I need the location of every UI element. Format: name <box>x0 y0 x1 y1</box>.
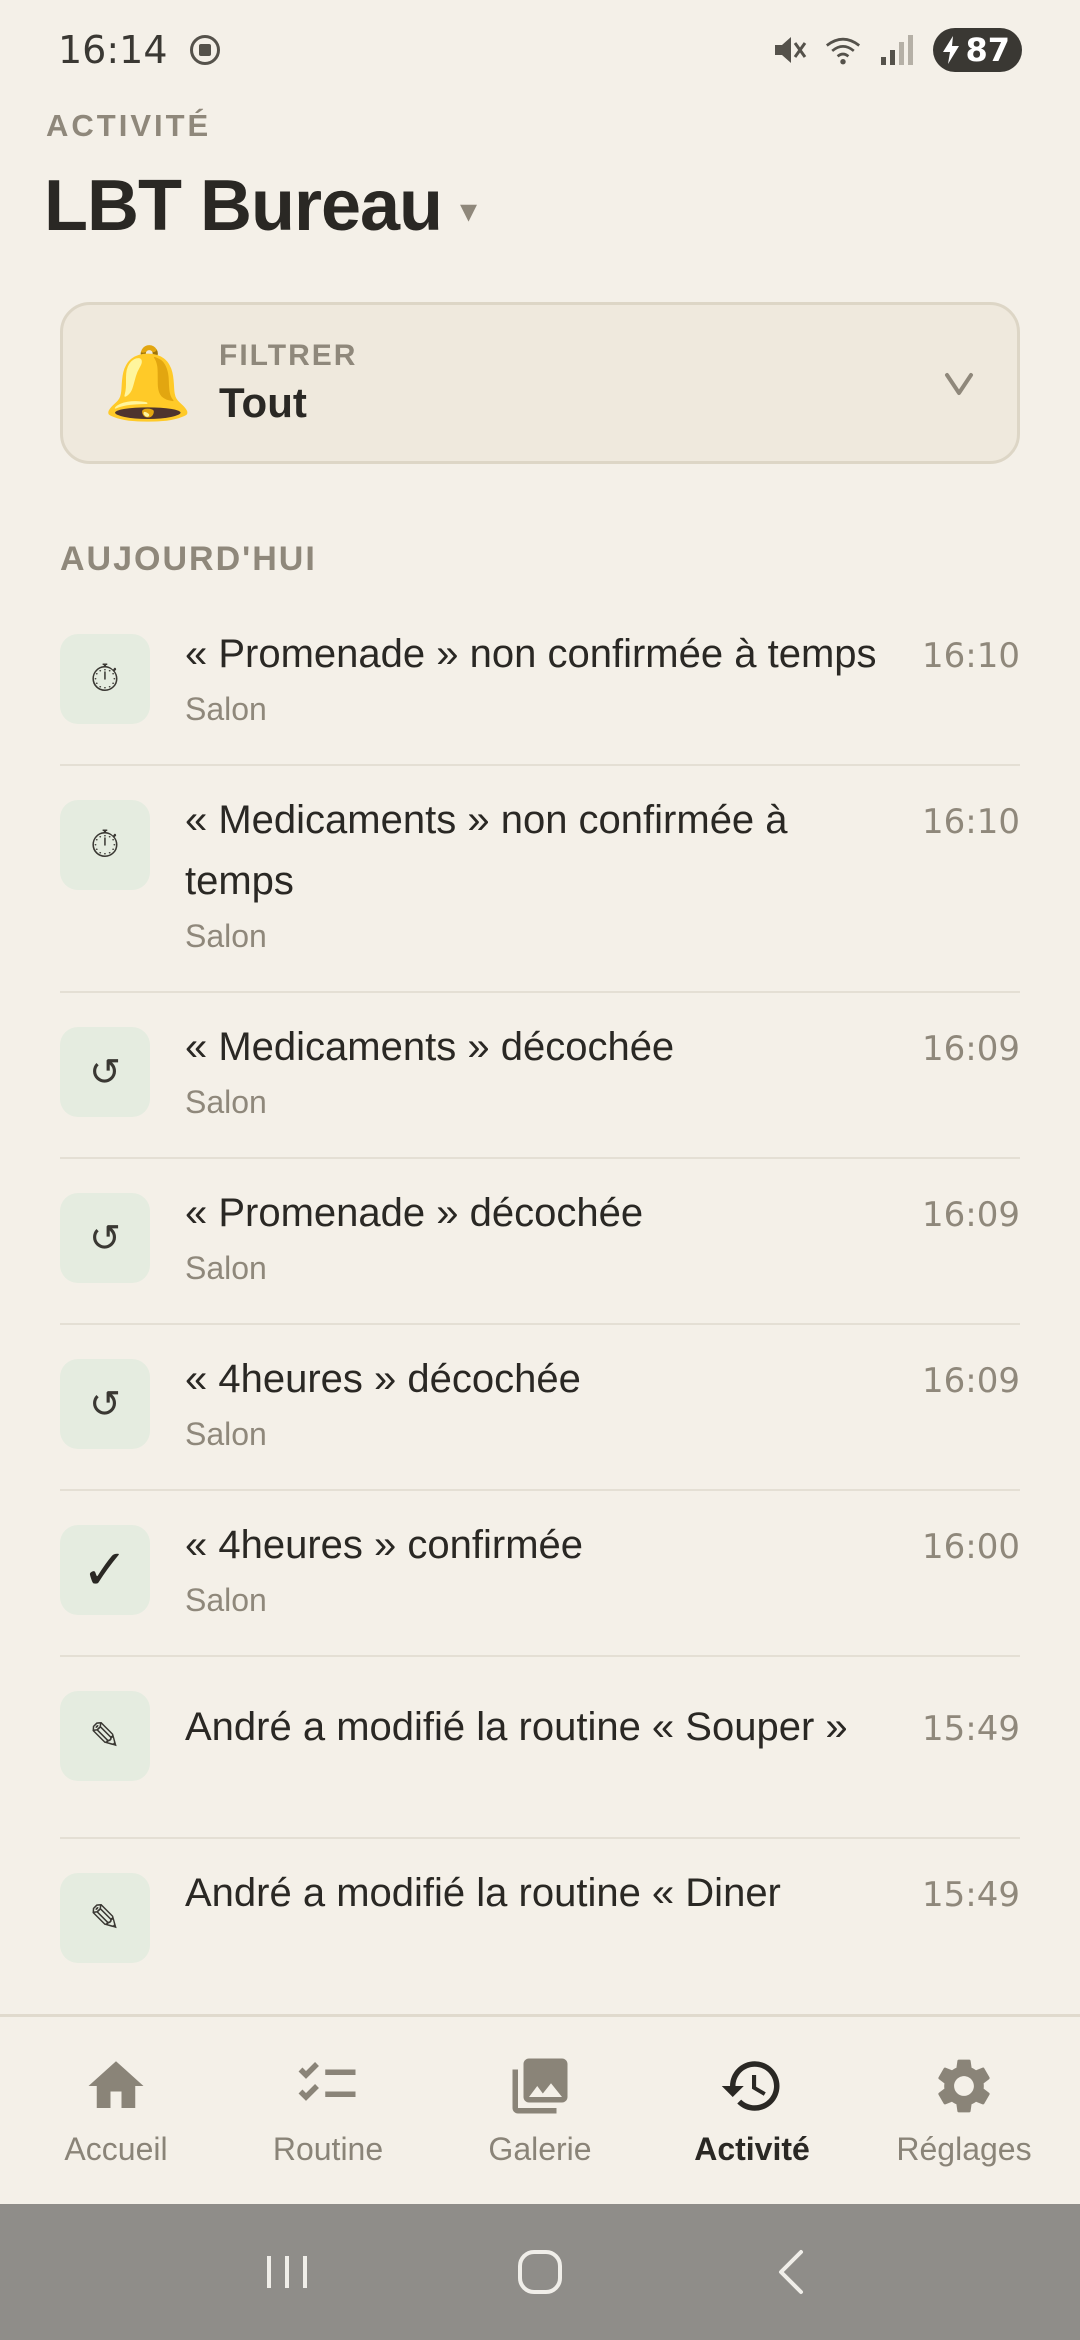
activity-title: « Medicaments » décochée <box>185 1025 675 1069</box>
nav-item-activite[interactable]: Activité <box>647 2053 857 2168</box>
nav-item-accueil[interactable]: Accueil <box>11 2053 221 2168</box>
bell-icon: 🔔 <box>103 343 193 424</box>
activity-time: 16:09 <box>922 1361 1020 1401</box>
nav-label: Accueil <box>64 2131 168 2167</box>
signal-icon <box>881 35 914 65</box>
activity-screen: 16:14 87 ACTIVITÉ LBT Bureau ▾ 🔔 FILTRER… <box>0 0 1080 2340</box>
list-item[interactable]: ↺ « Promenade » décochée Salon 16:09 <box>60 1159 1020 1325</box>
location-switcher[interactable]: LBT Bureau ▾ <box>44 165 477 247</box>
timer-icon: ⏱ <box>60 800 150 890</box>
list-item[interactable]: ↺ « 4heures » décochée Salon 16:09 <box>60 1325 1020 1491</box>
list-item[interactable]: ✓ « 4heures » confirmée Salon 16:00 <box>60 1491 1020 1657</box>
nav-item-reglages[interactable]: Réglages <box>859 2053 1069 2168</box>
pencil-icon: ✎ <box>60 1873 150 1963</box>
nav-item-routine[interactable]: Routine <box>223 2053 433 2168</box>
list-item[interactable]: ✎ André a modifié la routine « Diner 15:… <box>60 1839 1020 1999</box>
gear-icon <box>938 2059 990 2113</box>
list-item[interactable]: ⏱ « Medicaments » non confirmée à temps … <box>60 766 1020 993</box>
activity-title: « 4heures » confirmée <box>185 1523 584 1567</box>
check-icon: ✓ <box>60 1525 150 1615</box>
timer-icon: ⏱ <box>60 634 150 724</box>
wifi-icon <box>826 37 861 65</box>
activity-time: 15:49 <box>922 1875 1020 1915</box>
activity-time: 16:09 <box>922 1195 1020 1235</box>
bottom-navigation: Accueil Routine Galerie Activité Réglage… <box>0 2014 1080 2204</box>
charging-icon <box>943 36 960 64</box>
home-icon <box>88 2061 144 2108</box>
nav-label: Galerie <box>488 2131 592 2167</box>
activity-title: André a modifié la routine « Diner <box>185 1871 781 1915</box>
status-time: 16:14 <box>58 28 168 72</box>
chevron-down-icon <box>945 373 973 395</box>
undo-icon: ↺ <box>60 1027 150 1117</box>
home-button-icon[interactable] <box>510 2242 570 2302</box>
list-item[interactable]: ↺ « Medicaments » décochée Salon 16:09 <box>60 993 1020 1159</box>
section-label-today: AUJOURD'HUI <box>60 540 317 578</box>
activity-room: Salon <box>185 1084 267 1120</box>
activity-room: Salon <box>185 1582 267 1618</box>
activity-time: 16:00 <box>922 1527 1020 1567</box>
nav-label: Activité <box>694 2131 810 2167</box>
list-item[interactable]: ✎ André a modifié la routine « Souper » … <box>60 1657 1020 1839</box>
activity-title: « Medicaments » non confirmée à temps <box>185 798 788 903</box>
caret-down-icon: ▾ <box>460 192 478 230</box>
nav-label: Réglages <box>896 2131 1032 2167</box>
activity-title: « Promenade » décochée <box>185 1191 644 1235</box>
activity-title: « 4heures » décochée <box>185 1357 581 1401</box>
activity-room: Salon <box>185 1250 267 1286</box>
nav-item-galerie[interactable]: Galerie <box>435 2053 645 2168</box>
battery-indicator: 87 <box>933 28 1022 72</box>
checklist-icon <box>298 2062 356 2101</box>
activity-time: 16:10 <box>922 802 1020 842</box>
activity-room: Salon <box>185 918 267 954</box>
list-item[interactable]: ⏱ « Promenade » non confirmée à temps Sa… <box>60 600 1020 766</box>
nav-label: Routine <box>272 2131 384 2167</box>
pencil-icon: ✎ <box>60 1691 150 1781</box>
activity-title: André a modifié la routine « Souper » <box>185 1705 848 1749</box>
activity-title: « Promenade » non confirmée à temps <box>185 632 877 676</box>
activity-time: 16:09 <box>922 1029 1020 1069</box>
activity-list[interactable]: ⏱ « Promenade » non confirmée à temps Sa… <box>60 600 1020 2014</box>
undo-icon: ↺ <box>60 1359 150 1449</box>
activity-time: 15:49 <box>922 1709 1020 1749</box>
filter-label: FILTRER <box>219 339 358 372</box>
activity-room: Salon <box>185 691 267 727</box>
recent-apps-icon[interactable] <box>257 2242 317 2302</box>
page-eyebrow: ACTIVITÉ <box>46 108 212 143</box>
page-title: LBT Bureau <box>44 166 443 246</box>
gallery-icon <box>512 2058 568 2114</box>
filter-value: Tout <box>219 379 307 426</box>
history-icon <box>721 2061 780 2111</box>
system-navigation-bar <box>0 2204 1080 2340</box>
undo-icon: ↺ <box>60 1193 150 1283</box>
mute-icon <box>775 37 807 63</box>
notification-app-icon <box>189 35 220 65</box>
battery-level: 87 <box>965 31 1010 69</box>
status-bar: 16:14 87 <box>0 0 1080 100</box>
back-icon[interactable] <box>763 2242 823 2302</box>
activity-time: 16:10 <box>922 636 1020 676</box>
filter-dropdown[interactable]: 🔔 FILTRER Tout <box>60 302 1020 464</box>
activity-room: Salon <box>185 1416 267 1452</box>
